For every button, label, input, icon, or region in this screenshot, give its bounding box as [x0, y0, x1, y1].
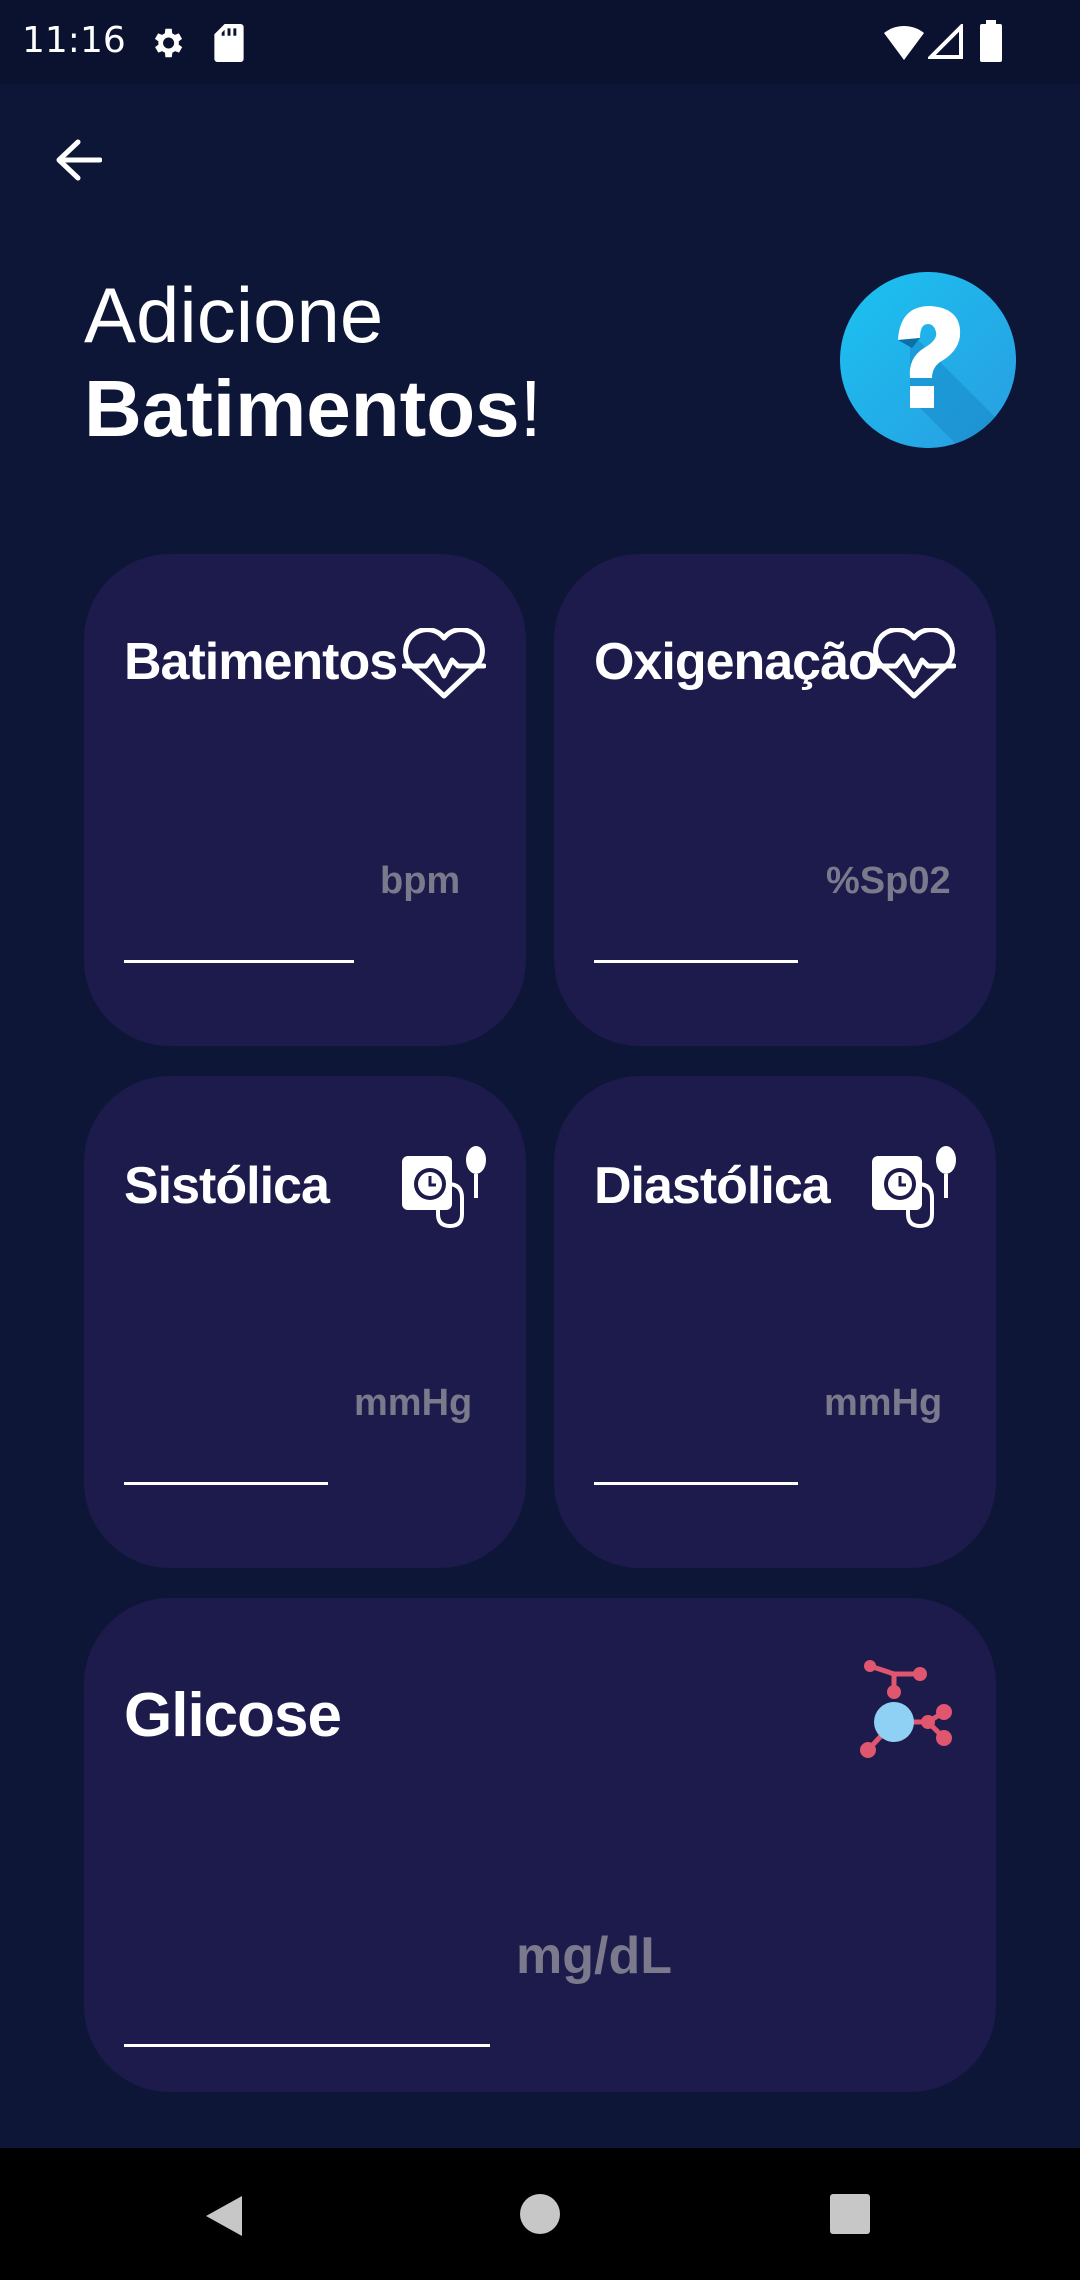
page-title-line2: Batimentos! — [84, 362, 542, 456]
blood-pressure-monitor-icon — [872, 1146, 956, 1229]
glucose-input[interactable] — [124, 2044, 490, 2047]
back-button[interactable] — [48, 130, 108, 190]
oxygen-card[interactable]: Oxigenação %Sp02 — [554, 554, 996, 1046]
page-title: Adicione Batimentos! — [84, 268, 542, 456]
status-bar: 11:16 — [0, 0, 1080, 84]
wifi-icon — [884, 25, 924, 60]
blood-pressure-monitor-icon — [402, 1146, 486, 1229]
diastolic-title: Diastólica — [594, 1157, 831, 1215]
recents-square-icon[interactable] — [828, 2192, 872, 2236]
diastolic-input[interactable] — [594, 1482, 798, 1485]
page-title-line1: Adicione — [84, 271, 384, 359]
page-title-suffix: ! — [519, 364, 542, 453]
home-circle-icon[interactable] — [518, 2192, 562, 2236]
heart-rate-card[interactable]: Batimentos bpm — [84, 554, 526, 1046]
glucose-title: Glicose — [124, 1681, 342, 1750]
heart-rate-input[interactable] — [124, 960, 354, 963]
heartbeat-icon — [402, 628, 486, 699]
cell-signal-icon — [928, 24, 963, 59]
systolic-unit: mmHg — [354, 1382, 473, 1424]
heart-rate-unit: bpm — [380, 860, 461, 902]
systolic-input[interactable] — [124, 1482, 328, 1485]
oxygen-unit: %Sp02 — [826, 860, 951, 902]
gear-icon — [154, 28, 183, 58]
heartbeat-icon — [872, 628, 956, 699]
status-time: 11:16 — [22, 20, 126, 61]
glucose-card[interactable]: Glicose mg/dL — [84, 1598, 996, 2092]
help-button[interactable] — [840, 272, 1016, 448]
glucose-unit: mg/dL — [516, 1927, 672, 1985]
arrow-left-icon — [56, 139, 102, 181]
molecule-icon — [860, 1660, 952, 1758]
oxygen-input[interactable] — [594, 960, 798, 963]
question-mark-icon — [840, 272, 1016, 448]
diastolic-card[interactable]: Diastólica mmHg — [554, 1076, 996, 1568]
navigation-bar — [0, 2148, 1080, 2280]
battery-icon — [980, 20, 1002, 62]
oxygen-title: Oxigenação — [594, 633, 880, 691]
heart-rate-title: Batimentos — [124, 633, 398, 691]
sd-card-icon — [214, 24, 244, 62]
systolic-card[interactable]: Sistólica mmHg — [84, 1076, 526, 1568]
systolic-title: Sistólica — [124, 1157, 330, 1215]
diastolic-unit: mmHg — [824, 1382, 943, 1424]
back-triangle-icon[interactable] — [202, 2192, 246, 2240]
page-title-emphasis: Batimentos — [84, 364, 520, 453]
